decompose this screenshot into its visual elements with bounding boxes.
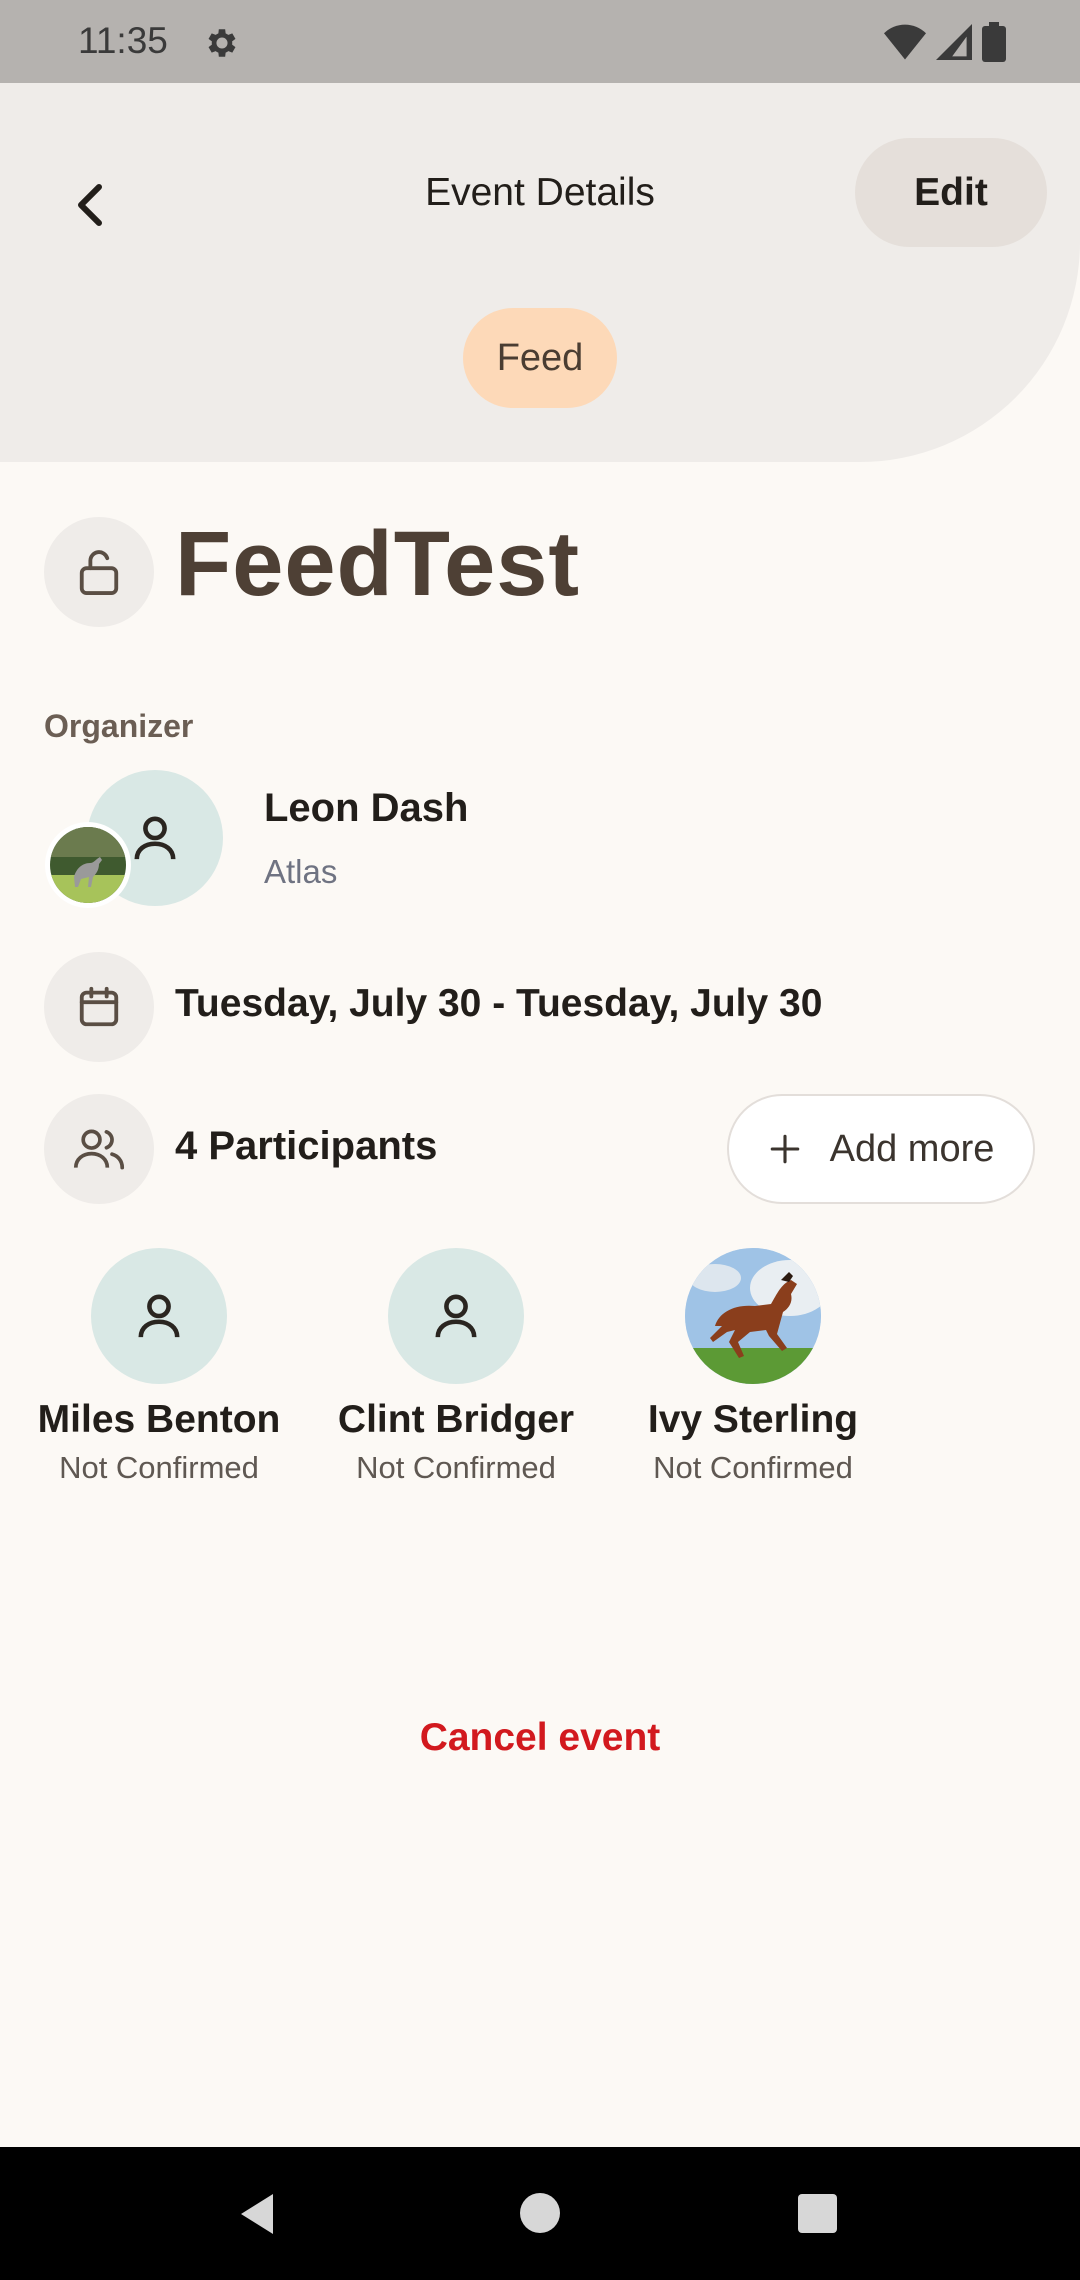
participant-status: Not Confirmed — [653, 1450, 853, 1485]
event-title: FeedTest — [175, 513, 581, 615]
users-icon — [73, 1129, 125, 1170]
calendar-icon — [79, 986, 119, 1027]
participant-item[interactable]: Ivy Sterling Not Confirmed — [613, 1248, 893, 1486]
participant-status: Not Confirmed — [59, 1450, 259, 1485]
participant-item[interactable]: Miles Benton Not Confirmed — [19, 1248, 299, 1486]
category-chip: Feed — [463, 308, 617, 408]
participants-count: 4 Participants — [175, 1124, 438, 1168]
person-icon — [134, 816, 176, 860]
person-icon — [138, 1294, 180, 1338]
gear-icon — [208, 29, 236, 57]
participant-name: Clint Bridger — [337, 1398, 575, 1441]
horse-photo — [50, 827, 126, 903]
participant-avatar — [685, 1248, 821, 1384]
participant-item[interactable]: Clint Bridger Not Confirmed — [316, 1248, 596, 1486]
status-bar: 11:35 — [0, 0, 1080, 83]
participants-icon-circle — [44, 1094, 154, 1204]
signal-icon — [936, 24, 972, 60]
participant-name: Ivy Sterling — [647, 1398, 859, 1441]
participant-avatar — [388, 1248, 524, 1384]
organizer-horse-name: Atlas — [264, 853, 338, 890]
cancel-event-button[interactable]: Cancel event — [0, 1716, 1080, 1760]
person-icon — [435, 1294, 477, 1338]
add-more-label: Add more — [829, 1127, 995, 1170]
nav-back-icon[interactable] — [236, 2192, 278, 2236]
edit-button[interactable]: Edit — [855, 138, 1047, 247]
nav-recents-icon[interactable] — [798, 2194, 837, 2233]
system-nav-bar — [0, 2147, 1080, 2280]
battery-icon — [982, 22, 1006, 62]
organizer-horse-avatar — [45, 822, 131, 908]
add-more-button[interactable]: Add more — [727, 1094, 1035, 1204]
header: Event Details Edit Feed — [0, 83, 1080, 462]
horse-photo — [685, 1248, 821, 1384]
participant-avatar — [91, 1248, 227, 1384]
organizer-name: Leon Dash — [264, 786, 469, 830]
unlock-icon — [79, 550, 119, 595]
wifi-icon — [884, 24, 926, 60]
participant-name: Miles Benton — [37, 1398, 281, 1441]
date-icon-circle — [44, 952, 154, 1062]
status-time: 11:35 — [78, 20, 168, 61]
plus-icon — [770, 1134, 799, 1164]
nav-home-icon[interactable] — [520, 2193, 560, 2233]
organizer-label: Organizer — [44, 708, 194, 744]
event-date: Tuesday, July 30 - Tuesday, July 30 — [175, 982, 823, 1025]
lock-toggle[interactable] — [44, 517, 154, 627]
participant-status: Not Confirmed — [356, 1450, 556, 1485]
